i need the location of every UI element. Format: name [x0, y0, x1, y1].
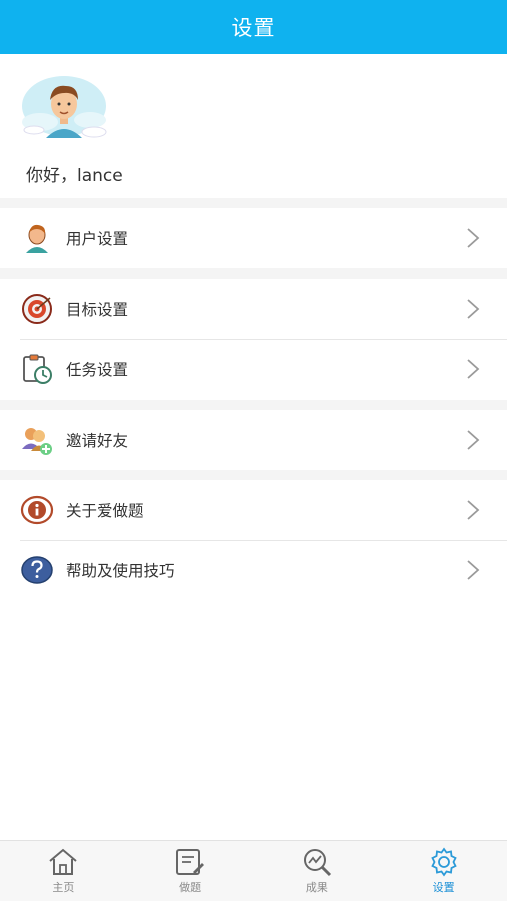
page-title: 设置: [231, 16, 276, 40]
tab-label: 设置: [432, 881, 455, 894]
home-icon: [49, 848, 78, 875]
content-background: [0, 601, 507, 840]
menu-group-user: 用户设置: [0, 208, 507, 268]
add-friends-icon: [22, 428, 52, 455]
menu-label: 帮助及使用技巧: [66, 562, 175, 580]
profile-card: 你好，lance: [0, 54, 507, 198]
chevron-right-icon: [467, 500, 480, 520]
menu-label: 用户设置: [66, 230, 129, 248]
greeting-text: 你好，lance: [26, 166, 123, 186]
tab-label: 做题: [179, 881, 202, 894]
user-icon: [26, 224, 48, 253]
tab-settings[interactable]: 设置: [380, 841, 507, 901]
menu-group-invite: 邀请好友: [0, 410, 507, 470]
menu-item-about[interactable]: 关于爱做题: [0, 480, 507, 540]
menu-label: 关于爱做题: [66, 502, 144, 520]
clipboard-clock-icon: [23, 354, 52, 384]
gear-icon: [430, 847, 457, 877]
menu-item-invite-friends[interactable]: 邀请好友: [0, 410, 507, 470]
bottom-tab-bar: 主页 做题 成果 设置: [0, 840, 507, 901]
chevron-right-icon: [467, 228, 480, 248]
tab-practice[interactable]: 做题: [127, 841, 254, 901]
menu-label: 任务设置: [66, 361, 129, 379]
menu-group-goals: 目标设置 任务设置: [0, 279, 507, 400]
menu-label: 邀请好友: [66, 432, 129, 450]
chevron-right-icon: [467, 430, 480, 450]
header-bar: 设置: [0, 0, 507, 54]
chevron-right-icon: [467, 560, 480, 580]
chevron-right-icon: [467, 299, 480, 319]
menu-item-user-settings[interactable]: 用户设置: [0, 208, 507, 268]
tab-results[interactable]: 成果: [254, 841, 381, 901]
results-icon: [303, 849, 331, 877]
menu-label: 目标设置: [66, 301, 129, 319]
menu-item-task-settings[interactable]: 任务设置: [0, 339, 507, 399]
target-icon: [22, 294, 52, 324]
menu-item-help[interactable]: 帮助及使用技巧: [0, 540, 507, 600]
help-icon: [21, 556, 53, 584]
edit-icon: [176, 849, 205, 875]
chevron-right-icon: [467, 359, 480, 379]
tab-label: 成果: [305, 881, 328, 894]
tab-home[interactable]: 主页: [0, 841, 127, 901]
menu-group-about: 关于爱做题 帮助及使用技巧: [0, 480, 507, 601]
avatar: [22, 76, 107, 138]
info-icon: [20, 495, 54, 525]
tab-label: 主页: [52, 881, 75, 894]
menu-item-goal-settings[interactable]: 目标设置: [0, 279, 507, 339]
